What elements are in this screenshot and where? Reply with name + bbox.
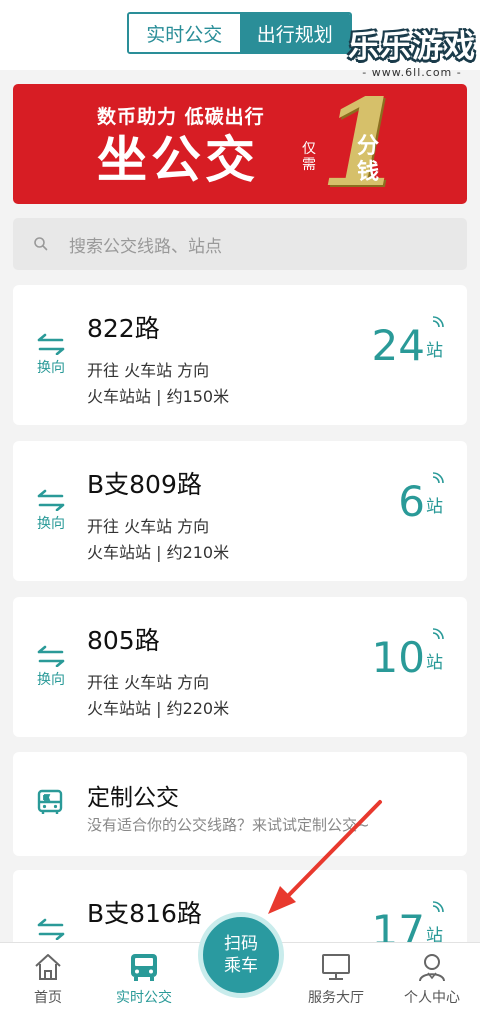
route-card[interactable]: 换向 B支809路 开往 火车站 方向 火车站站 | 约210米 6 站 <box>13 441 467 581</box>
tab-profile-label: 个人中心 <box>404 990 460 1006</box>
route-stop-info: 火车站站 | 约150米 <box>87 387 230 406</box>
watermark-title: 乐乐游戏 <box>348 29 476 65</box>
tab-profile[interactable]: 个人中心 <box>384 943 480 1015</box>
scan-button-line1: 扫码 <box>224 934 258 954</box>
stops-count: 24 <box>371 321 425 370</box>
route-card[interactable]: 换向 805路 开往 火车站 方向 火车站站 | 约220米 10 站 <box>13 597 467 737</box>
swap-direction-button[interactable]: 换向 <box>33 489 69 533</box>
tab-home[interactable]: 首页 <box>0 943 96 1015</box>
home-icon <box>35 954 61 980</box>
custom-bus-icon <box>37 789 63 814</box>
stops-unit: 站 <box>426 341 443 361</box>
route-name: B支816路 <box>87 899 202 928</box>
scan-to-ride-button[interactable]: 扫码 乘车 <box>198 912 284 998</box>
monitor-icon <box>322 954 350 980</box>
tab-home-label: 首页 <box>34 990 62 1006</box>
route-name: B支809路 <box>87 470 202 499</box>
stops-away: 24 站 <box>372 323 443 369</box>
route-stop-info: 火车站站 | 约220米 <box>87 699 230 718</box>
search-placeholder: 搜索公交线路、站点 <box>69 236 222 257</box>
tab-service-hall[interactable]: 服务大厅 <box>288 943 384 1015</box>
tab-service-hall-label: 服务大厅 <box>308 990 364 1006</box>
custom-bus-title: 定制公交 <box>87 785 179 811</box>
swap-icon <box>37 918 65 940</box>
swap-direction-button[interactable]: 换向 <box>33 333 69 377</box>
stops-unit: 站 <box>426 497 443 517</box>
top-bar: 实时公交 出行规划 乐乐游戏 - www.6ll.com - <box>0 0 480 79</box>
swap-direction-button[interactable]: 换向 <box>33 645 69 689</box>
mode-switch: 实时公交 出行规划 <box>127 12 352 54</box>
route-stop-info: 火车站站 | 约210米 <box>87 543 230 562</box>
search-bar[interactable]: 搜索公交线路、站点 <box>13 218 467 270</box>
custom-bus-card[interactable]: 定制公交 没有适合你的公交线路？来试试定制公交~ <box>13 752 467 856</box>
scan-button-line2: 乘车 <box>224 956 258 976</box>
stops-away: 6 站 <box>398 479 443 525</box>
bus-icon <box>131 954 157 981</box>
banner-only-text: 仅需 <box>302 141 316 173</box>
person-icon <box>419 954 445 982</box>
swap-icon <box>37 333 65 355</box>
watermark-url: - www.6ll.com - <box>362 66 462 79</box>
search-icon <box>34 237 48 251</box>
route-name: 822路 <box>87 314 160 343</box>
promo-banner[interactable]: 数币助力 低碳出行 坐公交 仅需 1 分钱 <box>13 84 467 204</box>
route-name: 805路 <box>87 626 160 655</box>
banner-headline: 坐公交 <box>97 131 259 189</box>
swap-direction-button[interactable] <box>33 918 69 940</box>
stops-unit: 站 <box>426 653 443 673</box>
route-direction: 开往 火车站 方向 <box>87 361 210 380</box>
route-direction: 开往 火车站 方向 <box>87 673 210 692</box>
banner-unit: 分钱 <box>357 134 380 185</box>
tab-realtime-label: 实时公交 <box>116 990 172 1006</box>
stops-count: 10 <box>371 633 425 682</box>
tab-trip-planning[interactable]: 出行规划 <box>239 14 350 52</box>
route-direction: 开往 火车站 方向 <box>87 517 210 536</box>
banner-slogan: 数币助力 低碳出行 <box>97 106 265 128</box>
tab-realtime-bus[interactable]: 实时公交 <box>129 14 240 52</box>
swap-label: 换向 <box>37 360 65 376</box>
stops-count: 6 <box>398 477 425 526</box>
watermark: 乐乐游戏 - www.6ll.com - <box>348 30 476 79</box>
swap-icon <box>37 645 65 667</box>
tab-realtime[interactable]: 实时公交 <box>96 943 192 1015</box>
stops-away: 10 站 <box>372 635 443 681</box>
swap-label: 换向 <box>37 672 65 688</box>
custom-bus-subtitle: 没有适合你的公交线路？来试试定制公交~ <box>87 816 370 834</box>
swap-icon <box>37 489 65 511</box>
swap-label: 换向 <box>37 516 65 532</box>
route-card[interactable]: 换向 822路 开往 火车站 方向 火车站站 | 约150米 24 站 <box>13 285 467 425</box>
